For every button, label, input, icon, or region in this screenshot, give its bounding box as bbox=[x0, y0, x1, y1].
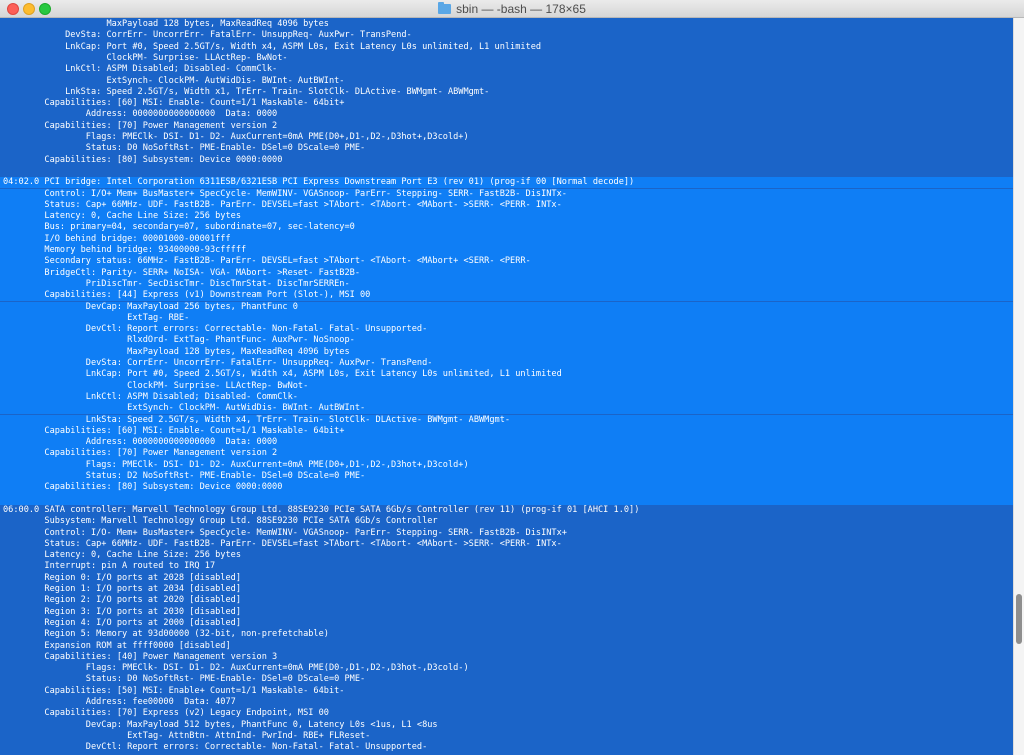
selected-terminal-line: Capabilities: [70] Power Management vers… bbox=[0, 448, 1013, 460]
terminal-line: Status: D0 NoSoftRst- PME-Enable- DSel=0… bbox=[3, 674, 366, 685]
terminal-line: Capabilities: [50] MSI: Enable+ Count=1/… bbox=[3, 685, 345, 696]
terminal-line: DevCap: MaxPayload 512 bytes, PhantFunc … bbox=[3, 719, 438, 730]
terminal-line: ClockPM- Surprise- LLActRep- BwNot- bbox=[3, 52, 288, 63]
terminal-line: Flags: PMEClk- DSI- D1- D2- AuxCurrent=0… bbox=[3, 132, 469, 142]
terminal-line: Control: I/O- Mem+ BusMaster+ SpecCycle-… bbox=[3, 527, 567, 538]
terminal-line: Flags: PMEClk- DSI- D1- D2- AuxCurrent=0… bbox=[3, 663, 469, 674]
selected-terminal-line: BridgeCtl: Parity- SERR+ NoISA- VGA- MAb… bbox=[0, 267, 1013, 279]
terminal-line: Capabilities: [80] Subsystem: Device 000… bbox=[3, 154, 283, 165]
terminal-line: Subsystem: Marvell Technology Group Ltd.… bbox=[3, 516, 438, 527]
selected-terminal-line: ClockPM- Surprise- LLActRep- BwNot- bbox=[0, 380, 1013, 392]
selected-terminal-line: PriDiscTmr- SecDiscTmr- DiscTmrStat- Dis… bbox=[0, 278, 1013, 291]
terminal-line: ExtSynch- ClockPM- AutWidDis- BWInt- Aut… bbox=[3, 75, 345, 86]
selected-terminal-line: Secondary status: 66MHz- FastB2B- ParErr… bbox=[0, 256, 1013, 268]
vertical-scrollbar[interactable] bbox=[1013, 18, 1024, 755]
terminal-line: Status: D0 NoSoftRst- PME-Enable- DSel=0… bbox=[3, 143, 366, 154]
selected-terminal-line: DevCtl: Report errors: Correctable- Non-… bbox=[0, 324, 1013, 336]
terminal-window: sbin — -bash — 178×65 MaxPayload 128 byt… bbox=[0, 0, 1024, 755]
terminal-line: LnkCap: Port #0, Speed 2.5GT/s, Width x4… bbox=[3, 41, 542, 52]
folder-icon bbox=[438, 2, 452, 14]
title-bar[interactable]: sbin — -bash — 178×65 bbox=[0, 0, 1024, 18]
terminal-line: Interrupt: pin A routed to IRQ 17 bbox=[3, 561, 216, 572]
terminal-line: Region 0: I/O ports at 2028 [disabled] bbox=[3, 572, 241, 583]
terminal-line: Expansion ROM at ffff0000 [disabled] bbox=[3, 640, 231, 651]
terminal-line: Status: Cap+ 66MHz- UDF- FastB2B- ParErr… bbox=[3, 538, 562, 549]
window-title: sbin — -bash — 178×65 bbox=[456, 2, 586, 16]
terminal-line: Latency: 0, Cache Line Size: 256 bytes bbox=[3, 550, 241, 561]
selected-terminal-line: LnkCap: Port #0, Speed 2.5GT/s, Width x4… bbox=[0, 369, 1013, 381]
selected-terminal-line: Memory behind bridge: 93400000-93cfffff bbox=[0, 245, 1013, 257]
terminal-line: MaxPayload 128 bytes, MaxReadReq 4096 by… bbox=[3, 19, 329, 29]
terminal-line: Region 2: I/O ports at 2020 [disabled] bbox=[3, 595, 241, 606]
terminal-line: ExtTag- AttnBtn- AttnInd- PwrInd- RBE+ F… bbox=[3, 730, 371, 741]
terminal-line: Address: 0000000000000000 Data: 0000 bbox=[3, 109, 278, 120]
window-title-container: sbin — -bash — 178×65 bbox=[0, 0, 1024, 18]
scrollbar-thumb[interactable] bbox=[1016, 594, 1022, 644]
terminal-line: Capabilities: [60] MSI: Enable- Count=1/… bbox=[3, 98, 345, 109]
selected-terminal-line: ExtSynch- ClockPM- AutWidDis- BWInt- Aut… bbox=[0, 403, 1013, 415]
selected-terminal-line: Bus: primary=04, secondary=07, subordina… bbox=[0, 222, 1013, 234]
selected-terminal-line: Capabilities: [80] Subsystem: Device 000… bbox=[0, 482, 1013, 494]
terminal-line: Address: fee00000 Data: 4077 bbox=[3, 697, 236, 707]
selected-terminal-line: LnkCtl: ASPM Disabled; Disabled- CommClk… bbox=[0, 391, 1013, 404]
selected-terminal-line bbox=[0, 493, 1013, 505]
terminal-line: DevCtl: Report errors: Correctable- Non-… bbox=[3, 742, 428, 753]
terminal-line: Capabilities: [70] Express (v2) Legacy E… bbox=[3, 708, 329, 719]
terminal-line: LnkSta: Speed 2.5GT/s, Width x1, TrErr- … bbox=[3, 86, 490, 97]
terminal-line: Region 1: I/O ports at 2034 [disabled] bbox=[3, 584, 241, 594]
terminal-line: 06:00.0 SATA controller: Marvell Technol… bbox=[3, 504, 640, 515]
selected-terminal-line: MaxPayload 128 bytes, MaxReadReq 4096 by… bbox=[0, 346, 1013, 358]
selected-terminal-line: Flags: PMEClk- DSI- D1- D2- AuxCurrent=0… bbox=[0, 459, 1013, 471]
selected-terminal-line: Status: Cap+ 66MHz- UDF- FastB2B- ParErr… bbox=[0, 199, 1013, 212]
terminal-line: LnkCtl: ASPM Disabled; Disabled- CommClk… bbox=[3, 64, 278, 75]
terminal-line: Region 5: Memory at 93d00000 (32-bit, no… bbox=[3, 629, 329, 640]
selected-terminal-line: DevSta: CorrErr- UncorrErr- FatalErr- Un… bbox=[0, 358, 1013, 370]
selected-terminal-line: LnkSta: Speed 2.5GT/s, Width x4, TrErr- … bbox=[0, 414, 1013, 426]
selected-terminal-line: DevCap: MaxPayload 256 bytes, PhantFunc … bbox=[0, 301, 1013, 313]
selected-terminal-line: RlxdOrd- ExtTag- PhantFunc- AuxPwr- NoSn… bbox=[0, 335, 1013, 347]
selected-terminal-line: 04:02.0 PCI bridge: Intel Corporation 63… bbox=[0, 177, 1013, 189]
terminal-line: Capabilities: [70] Power Management vers… bbox=[3, 120, 278, 131]
selected-terminal-line: Capabilities: [44] Express (v1) Downstre… bbox=[0, 290, 1013, 302]
selected-terminal-line: Capabilities: [60] MSI: Enable- Count=1/… bbox=[0, 425, 1013, 438]
selected-terminal-line: I/O behind bridge: 00001000-00001fff bbox=[0, 233, 1013, 245]
selected-terminal-line: ExtTag- RBE- bbox=[0, 312, 1013, 325]
terminal-line: Region 4: I/O ports at 2000 [disabled] bbox=[3, 617, 241, 628]
terminal-line: Region 3: I/O ports at 2030 [disabled] bbox=[3, 606, 241, 617]
selected-terminal-line: Address: 0000000000000000 Data: 0000 bbox=[0, 437, 1013, 449]
terminal-line: Capabilities: [40] Power Management vers… bbox=[3, 651, 278, 662]
terminal-output[interactable]: MaxPayload 128 bytes, MaxReadReq 4096 by… bbox=[0, 18, 1013, 755]
selected-terminal-line: Status: D2 NoSoftRst- PME-Enable- DSel=0… bbox=[0, 471, 1013, 483]
selected-terminal-line: Latency: 0, Cache Line Size: 256 bytes bbox=[0, 211, 1013, 223]
selected-terminal-line: Control: I/O+ Mem+ BusMaster+ SpecCycle-… bbox=[0, 188, 1013, 200]
terminal-line: DevSta: CorrErr- UncorrErr- FatalErr- Un… bbox=[3, 30, 412, 41]
